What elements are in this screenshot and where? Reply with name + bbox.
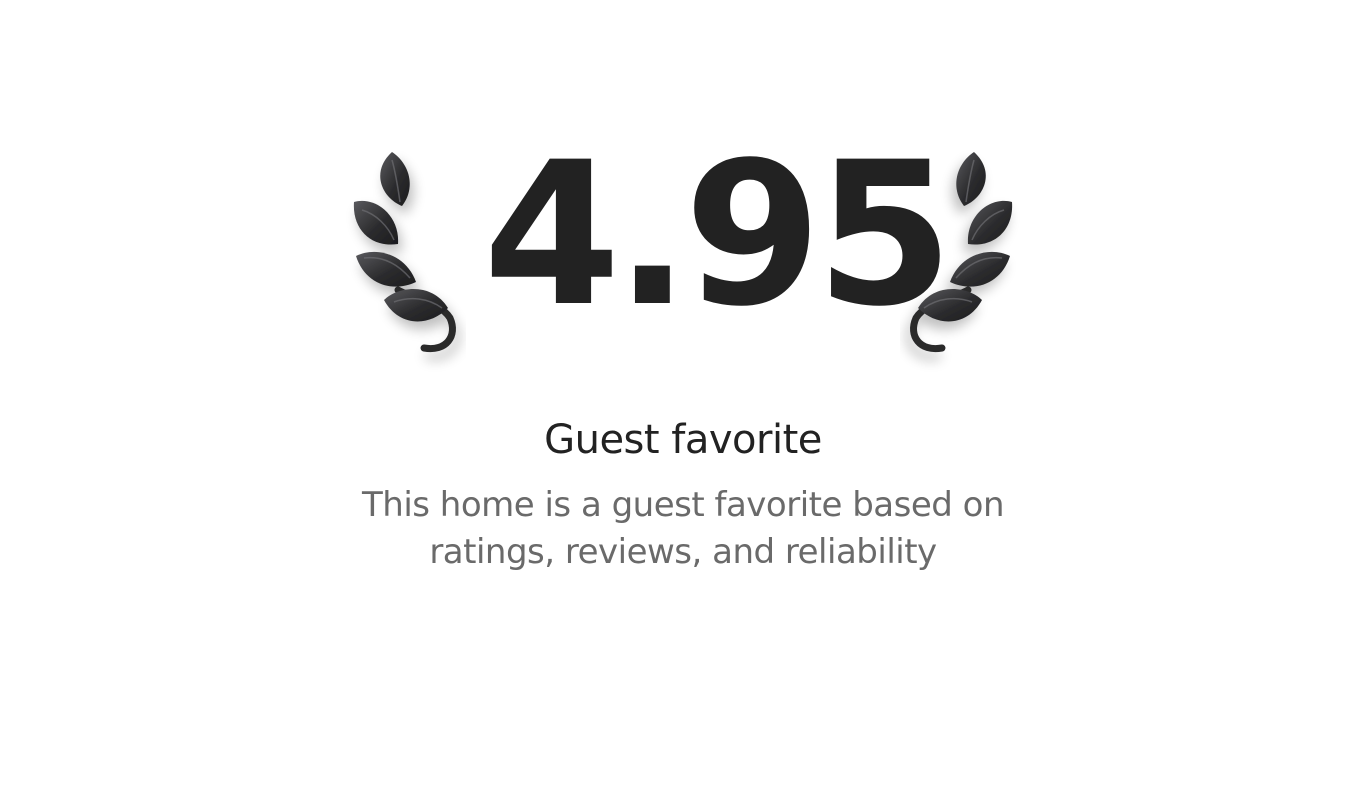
laurel-right-icon bbox=[900, 140, 1030, 390]
badge-title: Guest favorite bbox=[544, 417, 822, 463]
badge-description: This home is a guest favorite based on r… bbox=[362, 485, 1005, 572]
guest-favorite-card: 4.95 Guest favorite This home is a guest… bbox=[0, 0, 1366, 798]
rating-row: 4.95 bbox=[0, 119, 1366, 390]
rating-value: 4.95 bbox=[483, 119, 954, 350]
laurel-left-icon bbox=[336, 140, 466, 390]
